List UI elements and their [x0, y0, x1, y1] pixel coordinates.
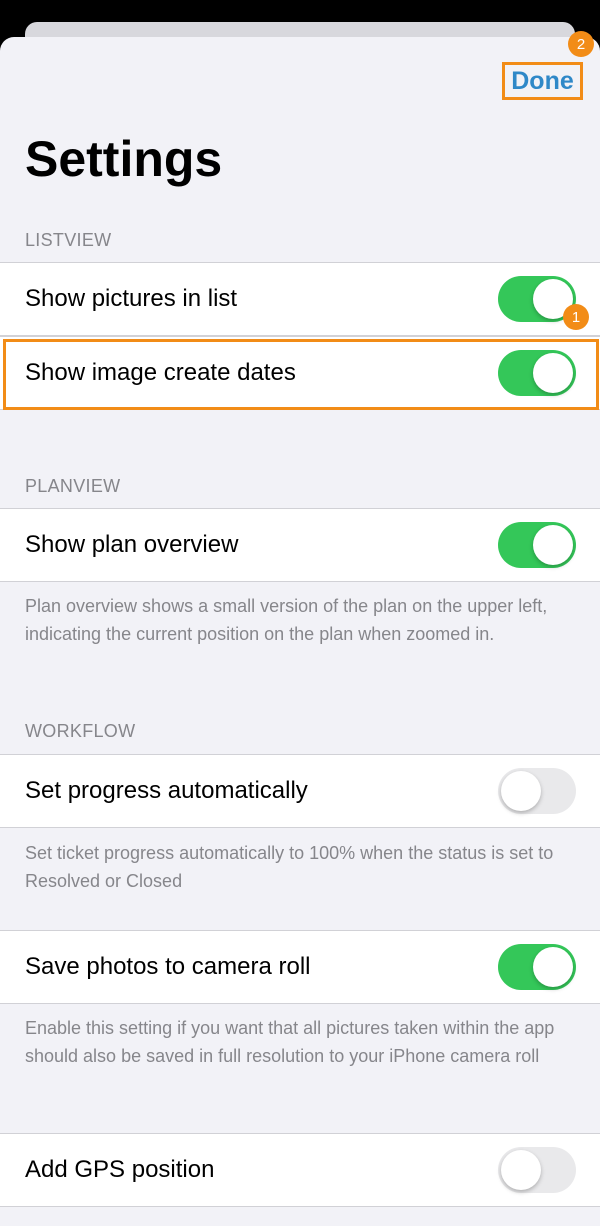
- done-button[interactable]: Done: [511, 67, 574, 96]
- toggle-knob: [533, 525, 573, 565]
- photos-footer: Enable this setting if you want that all…: [25, 1018, 555, 1066]
- row-add-gps: Add GPS position: [0, 1133, 600, 1207]
- row-set-progress: Set progress automatically: [0, 754, 600, 828]
- set-progress-label: Set progress automatically: [25, 777, 308, 804]
- done-button-highlight: Done: [502, 62, 583, 100]
- save-photos-label: Save photos to camera roll: [25, 953, 311, 980]
- planview-footer: Plan overview shows a small version of t…: [25, 596, 548, 644]
- step-marker-2: 2: [568, 31, 594, 57]
- toggle-knob: [533, 353, 573, 393]
- set-progress-toggle[interactable]: [498, 768, 576, 814]
- section-header-planview: PLANVIEW: [25, 476, 121, 496]
- page-title: Settings: [25, 131, 223, 187]
- add-gps-label: Add GPS position: [25, 1156, 215, 1183]
- add-gps-toggle[interactable]: [498, 1147, 576, 1193]
- save-photos-toggle[interactable]: [498, 944, 576, 990]
- show-plan-toggle[interactable]: [498, 522, 576, 568]
- row-save-photos: Save photos to camera roll: [0, 930, 600, 1004]
- toggle-knob: [533, 947, 573, 987]
- step-marker-1: 1: [563, 304, 589, 330]
- workflow-footer: Set ticket progress automatically to 100…: [25, 843, 554, 891]
- row-show-plan: Show plan overview: [0, 508, 600, 582]
- show-plan-label: Show plan overview: [25, 531, 239, 558]
- section-header-listview: LISTVIEW: [25, 230, 112, 250]
- toggle-knob: [501, 1150, 541, 1190]
- section-header-workflow: WORKFLOW: [25, 721, 136, 741]
- toggle-knob: [501, 771, 541, 811]
- show-dates-toggle[interactable]: [498, 350, 576, 396]
- show-pictures-label: Show pictures in list: [25, 285, 238, 312]
- show-dates-label: Show image create dates: [25, 359, 296, 386]
- row-show-pictures: Show pictures in list: [0, 262, 600, 336]
- row-show-dates: Show image create dates: [0, 336, 600, 410]
